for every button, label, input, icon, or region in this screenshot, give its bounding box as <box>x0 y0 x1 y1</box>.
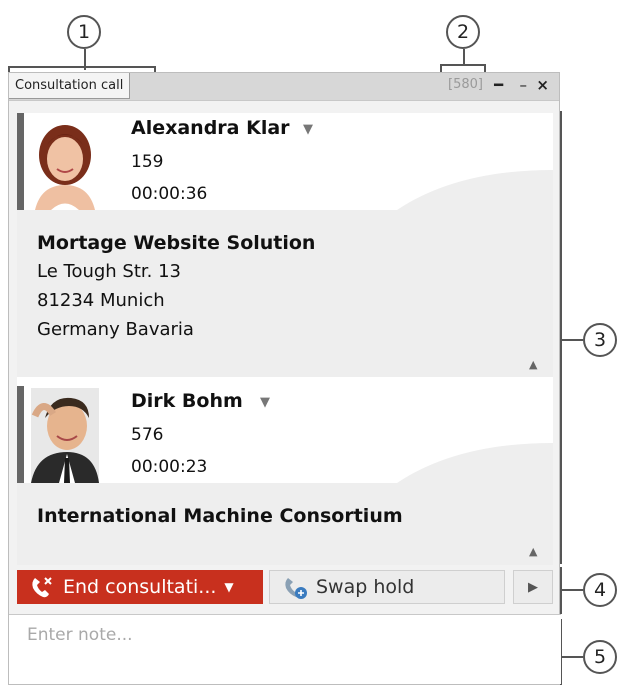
swap-hold-icon <box>285 578 307 599</box>
callout-3: 3 <box>583 323 617 357</box>
card-swoosh <box>397 170 553 210</box>
note-field[interactable]: Enter note... <box>9 614 561 684</box>
callout-2: 2 <box>446 15 480 49</box>
contact-details: International Machine Consortium ▲ <box>17 483 553 565</box>
contact-details: Mortage Website Solution Le Tough Str. 1… <box>17 210 553 377</box>
callout-4-label: 4 <box>593 579 607 601</box>
company-name: Mortage Website Solution <box>37 232 316 254</box>
consultation-call-window: Consultation call [580] ━ – × Alexandra … <box>8 72 561 685</box>
end-call-icon <box>32 577 52 598</box>
callout-5-label: 5 <box>593 646 607 668</box>
caller-dropdown-icon[interactable]: ▼ <box>260 395 270 410</box>
callout-4: 4 <box>583 573 617 607</box>
callout-5: 5 <box>583 640 617 674</box>
caller-name[interactable]: Dirk Bohm <box>131 390 243 412</box>
callout-1-bracket-top <box>8 66 156 68</box>
call-id-badge: [580] <box>448 77 483 92</box>
callout-1-label: 1 <box>77 21 91 43</box>
call-header: Dirk Bohm ▼ 576 00:00:23 <box>17 386 553 483</box>
call-header: Alexandra Klar ▼ 159 00:00:36 <box>17 113 553 210</box>
address-line: Le Tough Str. 13 <box>37 261 181 282</box>
caller-number: 576 <box>131 425 164 445</box>
window-title: Consultation call <box>9 73 131 99</box>
address-line: Germany Bavaria <box>37 319 194 340</box>
callout-4-line <box>562 589 583 591</box>
call-actions: End consultati... ▼ Swap hold ▶ <box>9 566 561 610</box>
swap-hold-button[interactable]: Swap hold <box>269 570 505 604</box>
address-line: 81234 Munich <box>37 290 165 311</box>
callout-3-bracket-vertical <box>560 111 562 564</box>
end-consultation-button[interactable]: End consultati... ▼ <box>17 570 263 604</box>
callout-3-label: 3 <box>593 329 607 351</box>
callout-2-bracket-top <box>440 64 486 66</box>
close-button[interactable]: × <box>536 75 549 95</box>
callout-3-line <box>562 339 583 341</box>
swap-hold-label: Swap hold <box>316 576 415 598</box>
company-name: International Machine Consortium <box>37 505 403 527</box>
chevron-right-icon: ▶ <box>528 579 538 595</box>
more-actions-button[interactable]: ▶ <box>513 570 553 604</box>
collapse-icon[interactable]: ▲ <box>529 545 537 558</box>
chevron-down-icon[interactable]: ▼ <box>224 580 233 594</box>
collapse-icon[interactable]: ▲ <box>529 358 537 371</box>
minimize-button[interactable]: – <box>520 75 528 95</box>
callout-2-label: 2 <box>456 21 470 43</box>
callout-1: 1 <box>67 15 101 49</box>
caller-dropdown-icon[interactable]: ▼ <box>303 122 313 137</box>
card-swoosh <box>397 443 553 483</box>
calls-list: Alexandra Klar ▼ 159 00:00:36 Mortage We… <box>17 113 553 565</box>
caller-number: 159 <box>131 152 164 172</box>
callout-5-line <box>562 656 583 658</box>
title-bar: Consultation call [580] ━ – × <box>9 73 559 101</box>
caller-name[interactable]: Alexandra Klar <box>131 117 290 139</box>
end-consultation-label: End consultati... <box>63 576 217 598</box>
pin-icon[interactable]: ━ <box>494 75 503 95</box>
